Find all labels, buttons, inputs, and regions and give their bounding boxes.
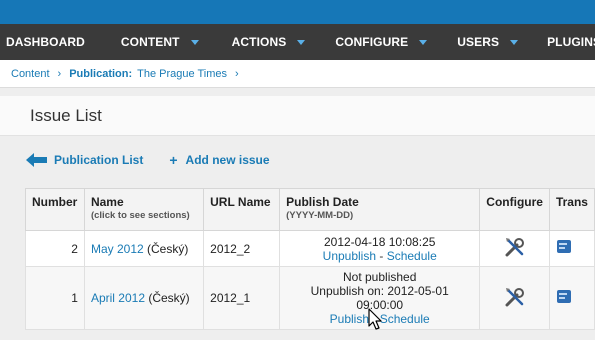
nav-configure-label: CONFIGURE [335,35,409,49]
issue-name-link[interactable]: May 2012 [91,242,144,256]
nav-content[interactable]: CONTENT [121,35,199,49]
publish-status: Not published [343,270,417,284]
header-url: URL Name [203,188,281,231]
arrow-left-icon [26,153,47,167]
header-publish-date: Publish Date (YYYY-MM-DD) [279,188,481,231]
header-url-label: URL Name [210,195,271,209]
nav-plugins-label: PLUGINS [547,35,595,49]
cell-number: 2 [25,230,85,267]
header-configure-label: Configure [486,195,543,209]
unpublish-link[interactable]: Unpublish [323,249,376,263]
header-number: Number [25,188,85,231]
issue-table: Number Name (click to see sections) URL … [25,188,595,330]
header-name-hint: (click to see sections) [90,210,190,221]
nav-users-label: USERS [457,35,500,49]
issue-language: (Český) [143,241,189,256]
table-row: 2 May 2012 (Český) 2012_2 2012-04-18 10:… [25,230,595,267]
chevron-down-icon [190,40,199,45]
cell-translate [548,266,595,330]
issue-language: (Český) [145,291,190,305]
nav-users[interactable]: USERS [457,35,519,49]
publication-list-link[interactable]: Publication List [26,152,143,168]
cell-configure [479,230,550,267]
nav-actions[interactable]: ACTIONS [232,35,306,49]
add-new-issue-link[interactable]: + Add new issue [169,151,270,168]
nav-configure[interactable]: CONFIGURE [335,35,428,49]
chevron-down-icon [419,40,428,45]
publication-list-label: Publication List [54,153,144,167]
add-new-issue-label: Add new issue [185,153,270,167]
schedule-link[interactable]: Schedule [387,249,437,263]
plus-icon: + [169,151,178,168]
cell-name: May 2012 (Český) [83,230,205,267]
cell-url: 2012_1 [203,266,281,330]
cell-configure [479,266,550,330]
header-number-label: Number [32,195,78,209]
chevron-down-icon [297,40,306,45]
table-row: 1 April 2012 (Český) 2012_1 Not publishe… [25,266,595,330]
header-date-format: (YYYY-MM-DD) [286,210,354,221]
schedule-link[interactable]: Schedule [380,312,430,326]
action-separator: - [376,248,387,263]
table-header-row: Number Name (click to see sections) URL … [25,188,595,231]
header-configure: Configure [479,188,550,231]
wrench-screwdriver-icon[interactable] [504,286,526,308]
nav-plugins[interactable]: PLUGINS [547,35,595,49]
nav-content-label: CONTENT [120,35,180,49]
cell-number: 1 [25,266,85,330]
header-translate-label: Trans [555,195,588,209]
page-header: Issue List [0,96,595,136]
cell-translate [548,230,595,267]
publish-actions: Unpublish - Schedule [286,249,473,263]
header-name-label: Name [90,195,124,209]
action-links: Publication List + Add new issue [26,150,270,170]
breadcrumb-content-link[interactable]: Content [11,68,50,80]
main-navigation: DASHBOARD CONTENT ACTIONS CONFIGURE USER… [0,24,595,60]
cell-url: 2012_2 [203,230,281,267]
nav-actions-label: ACTIONS [231,35,287,49]
nav-dashboard-label: DASHBOARD [6,35,85,49]
header-date-label: Publish Date [286,195,359,209]
chevron-down-icon [510,40,519,45]
mouse-pointer-icon [368,308,382,330]
chevron-right-icon: › [57,67,62,80]
publish-link[interactable]: Publish [330,312,369,326]
breadcrumb: Content › Publication: The Prague Times … [0,60,595,88]
publish-date-value: 2012-04-18 10:08:25 [323,234,436,249]
cell-name: April 2012 (Český) [83,266,205,330]
chevron-right-icon: › [235,67,239,80]
translate-icon[interactable] [556,288,572,306]
top-accent-bar [0,0,595,24]
nav-dashboard[interactable]: DASHBOARD [6,35,85,49]
breadcrumb-publication-label: Publication: [69,67,133,80]
breadcrumb-publication-link[interactable]: The Prague Times [137,68,227,80]
wrench-screwdriver-icon[interactable] [504,236,526,258]
translate-icon[interactable] [556,238,572,256]
header-translate: Trans [548,188,595,231]
page-title: Issue List [30,106,102,125]
header-name: Name (click to see sections) [83,188,205,231]
cell-publish-date: 2012-04-18 10:08:25 Unpublish - Schedule [279,230,481,267]
issue-name-link[interactable]: April 2012 [91,291,145,305]
